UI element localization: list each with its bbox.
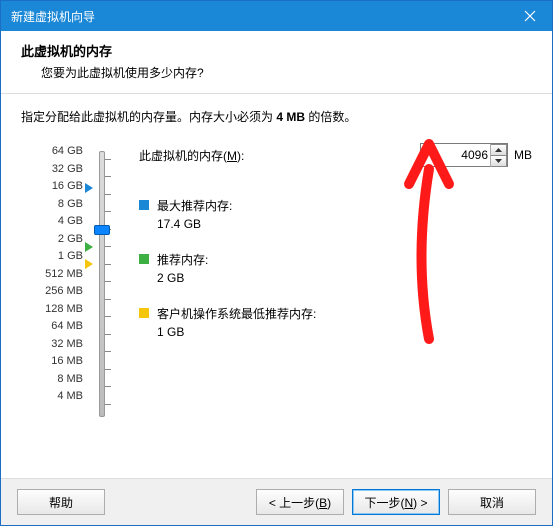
slider-tick <box>105 386 111 387</box>
scale-label: 32 MB <box>21 336 91 354</box>
description-bold: 4 MB <box>276 110 305 124</box>
legend-rec-value: 2 GB <box>157 269 208 287</box>
slider-track <box>99 151 105 417</box>
page-title: 此虚拟机的内存 <box>21 41 532 60</box>
slider-tick <box>105 351 111 352</box>
scale-label: 4 GB <box>21 213 91 231</box>
close-icon <box>524 10 536 22</box>
marker-rec-icon <box>85 242 93 252</box>
memory-area: 64 GB 32 GB 16 GB 8 GB 4 GB 2 GB 1 GB 51… <box>21 143 532 423</box>
slider-tick <box>105 159 111 160</box>
slider-tick <box>105 281 111 282</box>
slider-tick <box>105 246 111 247</box>
page-subtitle: 您要为此虚拟机使用多少内存? <box>41 64 532 81</box>
slider-tick <box>105 316 111 317</box>
footer-spacer <box>113 489 248 515</box>
legend-rec-label: 推荐内存: <box>157 251 208 269</box>
slider-tick <box>105 211 111 212</box>
scale-label: 1 GB <box>21 248 91 266</box>
help-button-label: 帮助 <box>49 496 73 510</box>
cancel-button[interactable]: 取消 <box>448 489 536 515</box>
legend-min: 客户机操作系统最低推荐内存: 1 GB <box>139 305 532 341</box>
scale-label: 64 MB <box>21 318 91 336</box>
legend-text: 推荐内存: 2 GB <box>157 251 208 287</box>
back-label-suf: ) <box>327 496 331 510</box>
cancel-button-label: 取消 <box>480 496 504 510</box>
slider-tick <box>105 264 111 265</box>
memory-spinner[interactable] <box>420 143 508 167</box>
legend-text: 客户机操作系统最低推荐内存: 1 GB <box>157 305 316 341</box>
scale-label: 64 GB <box>21 143 91 161</box>
marker-min-icon <box>85 259 93 269</box>
memory-field-label: 此虚拟机的内存(M): <box>139 147 420 164</box>
memory-right-panel: 此虚拟机的内存(M): MB 最大推 <box>121 143 532 359</box>
wizard-window: 新建虚拟机向导 此虚拟机的内存 您要为此虚拟机使用多少内存? 指定分配给此虚拟机… <box>0 0 553 526</box>
footer-buttons: 帮助 < 上一步(B) 下一步(N) > 取消 <box>1 478 552 525</box>
slider-tick <box>105 369 111 370</box>
spin-down-button[interactable] <box>491 155 507 167</box>
memory-scale-labels: 64 GB 32 GB 16 GB 8 GB 4 GB 2 GB 1 GB 51… <box>21 143 91 406</box>
square-yellow-icon <box>139 308 149 318</box>
page-body: 指定分配给此虚拟机的内存量。内存大小必须为 4 MB 的倍数。 64 GB 32… <box>1 94 552 478</box>
next-label-suf: ) > <box>413 496 427 510</box>
back-label-pre: < 上一步( <box>269 496 319 510</box>
legend-text: 最大推荐内存: 17.4 GB <box>157 197 232 233</box>
scale-label: 256 MB <box>21 283 91 301</box>
description: 指定分配给此虚拟机的内存量。内存大小必须为 4 MB 的倍数。 <box>21 108 532 125</box>
slider-tick <box>105 194 111 195</box>
description-prefix: 指定分配给此虚拟机的内存量。内存大小必须为 <box>21 110 276 124</box>
scale-label: 8 GB <box>21 196 91 214</box>
slider-tick <box>105 334 111 335</box>
marker-max-icon <box>85 183 93 193</box>
square-green-icon <box>139 254 149 264</box>
next-label-key: N <box>404 496 413 510</box>
titlebar: 新建虚拟机向导 <box>1 1 552 31</box>
next-button[interactable]: 下一步(N) > <box>352 489 440 515</box>
legend-min-label: 客户机操作系统最低推荐内存: <box>157 305 316 323</box>
close-button[interactable] <box>507 1 552 31</box>
slider-tick <box>105 404 111 405</box>
scale-label: 512 MB <box>21 266 91 284</box>
chevron-up-icon <box>495 148 502 152</box>
square-blue-icon <box>139 200 149 210</box>
memory-label-accel: M <box>227 149 237 163</box>
spinner-buttons <box>490 144 507 167</box>
chevron-down-icon <box>495 159 502 163</box>
back-button[interactable]: < 上一步(B) <box>256 489 344 515</box>
legend-max-label: 最大推荐内存: <box>157 197 232 215</box>
scale-label: 4 MB <box>21 388 91 406</box>
memory-label-prefix: 此虚拟机的内存( <box>139 149 227 163</box>
memory-unit: MB <box>514 148 532 162</box>
scale-label: 2 GB <box>21 231 91 249</box>
slider-tick <box>105 176 111 177</box>
description-suffix: 的倍数。 <box>305 110 356 124</box>
memory-input[interactable] <box>421 145 490 165</box>
legend-max-value: 17.4 GB <box>157 215 232 233</box>
memory-label-suffix: ): <box>237 149 244 163</box>
spin-up-button[interactable] <box>491 144 507 155</box>
scale-label: 8 MB <box>21 371 91 389</box>
memory-field-row: 此虚拟机的内存(M): MB <box>139 143 532 167</box>
legend-max: 最大推荐内存: 17.4 GB <box>139 197 532 233</box>
window-title: 新建虚拟机向导 <box>1 8 95 25</box>
scale-label: 16 MB <box>21 353 91 371</box>
legend-rec: 推荐内存: 2 GB <box>139 251 532 287</box>
scale-label: 32 GB <box>21 161 91 179</box>
slider-tick <box>105 299 111 300</box>
page-header: 此虚拟机的内存 您要为此虚拟机使用多少内存? <box>1 31 552 94</box>
memory-slider[interactable] <box>91 143 121 423</box>
next-label-pre: 下一步( <box>364 496 404 510</box>
back-label-key: B <box>319 496 327 510</box>
legend-min-value: 1 GB <box>157 323 316 341</box>
scale-label: 128 MB <box>21 301 91 319</box>
slider-thumb[interactable] <box>94 225 110 235</box>
help-button[interactable]: 帮助 <box>17 489 105 515</box>
scale-label: 16 GB <box>21 178 91 196</box>
